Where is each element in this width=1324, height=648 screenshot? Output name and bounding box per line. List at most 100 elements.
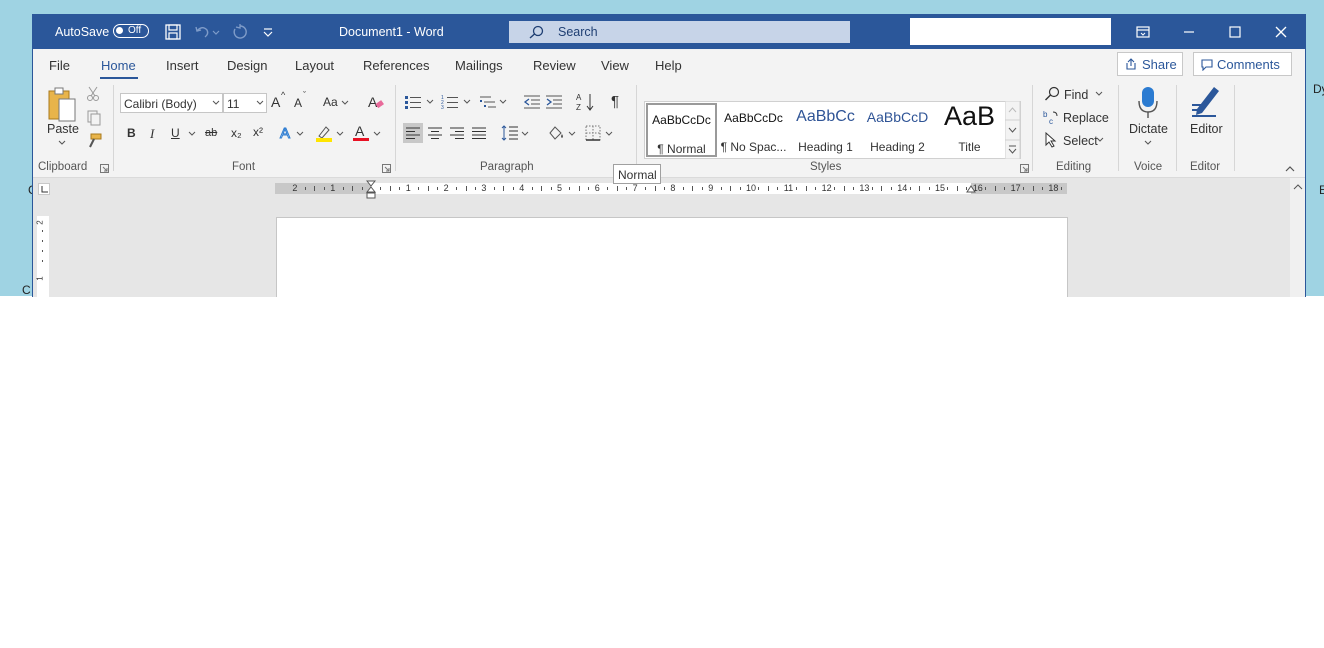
editor-icon[interactable] [1190,85,1222,119]
show-hide-marks-button[interactable]: ¶ [611,93,619,110]
underline-button[interactable]: U [171,126,180,140]
document-page[interactable] [276,217,1068,297]
account-area[interactable] [910,18,1111,45]
replace-icon[interactable]: bc [1043,109,1059,125]
vertical-scrollbar[interactable] [1290,178,1305,297]
style-normal[interactable]: AaBbCcDc ¶ Normal [646,103,717,157]
right-indent-marker[interactable] [966,185,976,193]
grow-font-button[interactable]: A [271,94,280,110]
numbering-dropdown-icon[interactable] [463,99,471,105]
justify-icon[interactable] [471,126,487,140]
paste-label[interactable]: Paste [47,122,79,136]
dictate-button[interactable]: Dictate [1129,122,1168,136]
text-effects-dropdown-icon[interactable] [296,131,304,137]
highlight-icon[interactable] [315,124,333,142]
find-dropdown-icon[interactable] [1095,91,1103,97]
collapse-ribbon-icon[interactable] [1284,165,1296,173]
sort-icon[interactable]: AZ [576,92,596,112]
tab-file[interactable]: File [49,58,70,73]
paste-dropdown-icon[interactable] [57,139,67,147]
change-case-dropdown-icon[interactable] [341,100,349,106]
align-center-icon[interactable] [427,126,443,140]
horizontal-ruler[interactable]: 2 1 1 2 3 4 5 6 7 8 9 10 11 12 13 14 15 16 17 18 [275,183,1067,194]
underline-dropdown-icon[interactable] [188,131,196,137]
multilevel-list-icon[interactable] [479,94,497,110]
undo-dropdown-icon[interactable] [211,23,221,41]
find-icon[interactable] [1044,86,1060,102]
find-button[interactable]: Find [1064,88,1088,102]
styles-scroll-controls[interactable] [1005,101,1020,159]
align-left-button[interactable] [403,123,423,143]
style-heading-1[interactable]: AaBbCc Heading 1 [790,103,861,157]
increase-indent-icon[interactable] [545,94,563,110]
replace-button[interactable]: Replace [1063,111,1109,125]
font-name-combo[interactable]: Calibri (Body) [120,93,223,113]
tab-home[interactable]: Home [101,58,136,73]
dictate-dropdown-icon[interactable] [1143,139,1153,147]
decrease-indent-icon[interactable] [523,94,541,110]
save-icon[interactable] [164,23,182,41]
scroll-up-icon[interactable] [1293,183,1303,191]
indent-markers[interactable] [366,180,376,200]
font-color-dropdown-icon[interactable] [373,131,381,137]
customize-quick-access-icon[interactable] [262,23,274,41]
tab-design[interactable]: Design [227,58,267,73]
tab-insert[interactable]: Insert [166,58,199,73]
italic-button[interactable]: I [150,126,154,142]
ribbon-display-options-icon[interactable] [1132,21,1154,43]
paste-icon[interactable] [47,85,77,123]
style-title[interactable]: AaB Title [934,101,1005,157]
search-box[interactable]: Search [509,21,850,43]
format-painter-icon[interactable] [86,133,102,149]
undo-icon[interactable] [193,23,211,41]
styles-launcher-icon[interactable] [1020,164,1029,173]
line-spacing-dropdown-icon[interactable] [521,131,529,137]
borders-dropdown-icon[interactable] [605,131,613,137]
cut-icon[interactable] [86,86,100,102]
bold-button[interactable]: B [127,126,136,140]
tab-review[interactable]: Review [533,58,576,73]
shading-icon[interactable] [547,124,565,142]
line-spacing-icon[interactable] [501,124,519,142]
font-launcher-icon[interactable] [382,164,391,173]
select-dropdown-icon[interactable] [1096,137,1104,143]
shading-dropdown-icon[interactable] [568,131,576,137]
numbering-icon[interactable]: 123 [441,94,459,110]
change-case-button[interactable]: Aa [323,95,338,109]
tab-help[interactable]: Help [655,58,682,73]
tab-references[interactable]: References [363,58,429,73]
font-color-icon[interactable]: A [352,123,370,143]
text-effects-icon[interactable]: A [279,124,295,143]
clear-formatting-icon[interactable]: A [367,93,385,111]
tab-layout[interactable]: Layout [295,58,334,73]
shrink-font-button[interactable]: A [294,96,302,110]
minimize-icon[interactable] [1178,21,1200,43]
borders-icon[interactable] [584,124,602,142]
close-icon[interactable] [1270,21,1292,43]
tab-selector[interactable] [38,183,50,195]
maximize-icon[interactable] [1224,21,1246,43]
strikethrough-button[interactable]: ab [205,127,217,139]
autosave-toggle[interactable]: Off [113,24,149,38]
microphone-icon[interactable] [1136,86,1160,120]
redo-icon[interactable] [231,23,249,41]
vertical-ruler[interactable]: 2 1 [36,216,49,297]
style-no-spacing[interactable]: AaBbCcDc ¶ No Spac... [718,103,789,157]
clipboard-launcher-icon[interactable] [100,164,109,173]
superscript-button[interactable]: x² [253,125,263,139]
subscript-button[interactable]: x₂ [231,126,242,140]
copy-icon[interactable] [86,110,102,126]
comments-button[interactable]: Comments [1193,52,1292,76]
tab-view[interactable]: View [601,58,629,73]
tab-mailings[interactable]: Mailings [455,58,503,73]
bullets-dropdown-icon[interactable] [426,99,434,105]
multilevel-dropdown-icon[interactable] [499,99,507,105]
select-icon[interactable] [1044,132,1058,148]
bullets-icon[interactable] [404,94,422,110]
align-right-icon[interactable] [449,126,465,140]
font-size-combo[interactable]: 11 [223,93,267,113]
share-button[interactable]: Share [1117,52,1183,76]
editor-button[interactable]: Editor [1190,122,1223,136]
select-button[interactable]: Select [1063,134,1098,148]
style-heading-2[interactable]: AaBbCcD Heading 2 [862,103,933,157]
